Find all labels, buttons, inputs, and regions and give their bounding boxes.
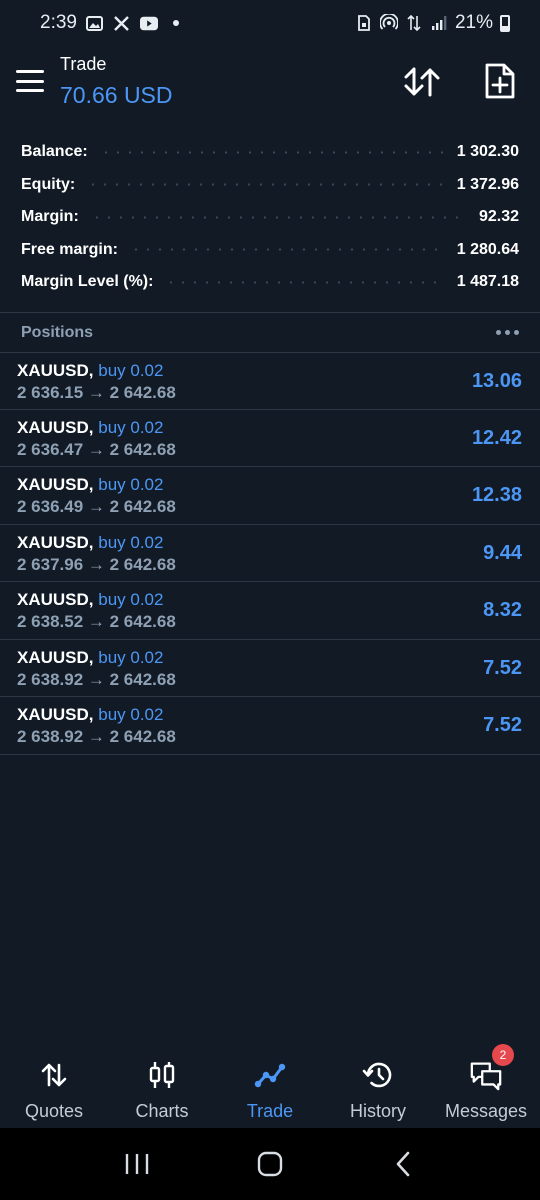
position-symbol: XAUUSD, bbox=[17, 475, 94, 494]
candlestick-icon bbox=[145, 1058, 179, 1092]
position-prices: 2 636.49 → 2 642.68 bbox=[17, 497, 176, 516]
summary-row-equity: Equity: 1 372.96 bbox=[0, 169, 540, 202]
menu-icon[interactable] bbox=[16, 70, 44, 92]
dotted-leader bbox=[129, 248, 445, 252]
summary-value: 1 372.96 bbox=[456, 175, 519, 193]
summary-row-margin-level: Margin Level (%): 1 487.18 bbox=[0, 266, 540, 299]
position-profit: 7.52 bbox=[483, 656, 522, 679]
new-order-icon[interactable] bbox=[482, 62, 518, 100]
position-side: buy 0.02 bbox=[98, 475, 164, 494]
position-profit: 12.38 bbox=[471, 484, 522, 506]
position-symbol: XAUUSD, bbox=[17, 647, 94, 667]
x-notification-icon bbox=[113, 14, 131, 32]
position-profit: 7.52 bbox=[483, 714, 522, 736]
trade-line-icon bbox=[253, 1058, 287, 1092]
sort-arrows-icon[interactable] bbox=[402, 64, 442, 100]
dotted-leader bbox=[87, 183, 445, 187]
position-row[interactable]: XAUUSD, buy 0.02 2 638.92 → 2 642.68 7.5… bbox=[0, 697, 540, 755]
position-row[interactable]: XAUUSD, buy 0.02 2 636.49 → 2 642.68 12.… bbox=[0, 467, 540, 525]
position-profit: 8.32 bbox=[483, 599, 522, 621]
position-row[interactable]: XAUUSD, buy 0.02 2 638.92 → 2 642.68 7.5… bbox=[0, 640, 540, 697]
dotted-leader bbox=[99, 150, 445, 154]
position-side: buy 0.02 bbox=[98, 532, 164, 552]
position-symbol: XAUUSD, bbox=[17, 361, 94, 380]
position-side: buy 0.02 bbox=[98, 590, 164, 609]
position-side: buy 0.02 bbox=[98, 705, 164, 724]
summary-value: 1 280.64 bbox=[456, 240, 519, 258]
sim-lock-icon bbox=[355, 14, 373, 32]
position-prices: 2 636.15 → 2 642.68 bbox=[17, 383, 176, 402]
summary-label: Equity: bbox=[21, 175, 76, 193]
position-profit: 9.44 bbox=[483, 541, 522, 564]
nav-item-quotes[interactable]: Quotes bbox=[0, 1040, 108, 1128]
history-clock-icon bbox=[361, 1058, 395, 1092]
position-profit: 13.06 bbox=[471, 370, 522, 392]
account-summary: Balance: 1 302.30 Equity: 1 372.96 Margi… bbox=[0, 136, 540, 299]
positions-header: Positions bbox=[0, 313, 540, 352]
position-prices: 2 636.47 → 2 642.68 bbox=[17, 439, 176, 459]
home-icon[interactable] bbox=[250, 1144, 290, 1184]
battery-percent: 21% bbox=[454, 12, 493, 33]
app-header: Trade 70.66 USD bbox=[0, 46, 540, 124]
nav-item-charts[interactable]: Charts bbox=[108, 1040, 216, 1128]
summary-label: Free margin: bbox=[21, 240, 118, 258]
more-notifications-dot-icon bbox=[172, 20, 179, 26]
nav-item-messages[interactable]: 2 Messages bbox=[432, 1040, 540, 1128]
positions-list: XAUUSD, buy 0.02 2 636.15 → 2 642.68 13.… bbox=[0, 352, 540, 755]
position-side: buy 0.02 bbox=[98, 647, 164, 667]
quotes-arrows-icon bbox=[37, 1058, 71, 1092]
summary-value: 92.32 bbox=[478, 208, 519, 226]
position-symbol: XAUUSD, bbox=[17, 417, 94, 437]
nav-item-trade[interactable]: Trade bbox=[216, 1040, 324, 1128]
position-profit: 12.42 bbox=[471, 426, 522, 449]
position-prices: 2 638.52 → 2 642.68 bbox=[17, 612, 176, 631]
summary-label: Balance: bbox=[21, 143, 88, 161]
position-row[interactable]: XAUUSD, buy 0.02 2 638.52 → 2 642.68 8.3… bbox=[0, 582, 540, 640]
page-title: Trade bbox=[60, 54, 107, 74]
dotted-leader bbox=[165, 280, 445, 284]
position-row[interactable]: XAUUSD, buy 0.02 2 637.96 → 2 642.68 9.4… bbox=[0, 525, 540, 582]
recent-apps-icon[interactable] bbox=[117, 1144, 157, 1184]
position-row[interactable]: XAUUSD, buy 0.02 2 636.15 → 2 642.68 13.… bbox=[0, 352, 540, 410]
status-bar: 2:39 21% bbox=[0, 0, 540, 46]
position-symbol: XAUUSD, bbox=[17, 532, 94, 552]
system-nav-bar bbox=[0, 1128, 540, 1200]
nav-label: Quotes bbox=[24, 1101, 84, 1121]
position-prices: 2 638.92 → 2 642.68 bbox=[17, 669, 176, 689]
battery-icon bbox=[500, 14, 510, 32]
nav-label: Charts bbox=[135, 1101, 189, 1121]
position-symbol: XAUUSD, bbox=[17, 705, 94, 724]
position-prices: 2 637.96 → 2 642.68 bbox=[17, 554, 176, 574]
summary-row-balance: Balance: 1 302.30 bbox=[0, 136, 540, 169]
position-symbol: XAUUSD, bbox=[17, 590, 94, 609]
positions-title: Positions bbox=[21, 323, 94, 341]
signal-strength-icon bbox=[430, 14, 448, 32]
messages-badge: 2 bbox=[492, 1044, 514, 1066]
position-prices: 2 638.92 → 2 642.68 bbox=[17, 727, 176, 746]
header-amount: 70.66 USD bbox=[60, 82, 173, 108]
more-options-icon[interactable] bbox=[496, 324, 519, 341]
data-transfer-icon bbox=[405, 14, 423, 32]
summary-value: 1 302.30 bbox=[456, 143, 519, 161]
summary-label: Margin: bbox=[21, 208, 79, 226]
nav-label: History bbox=[349, 1101, 406, 1121]
position-row[interactable]: XAUUSD, buy 0.02 2 636.47 → 2 642.68 12.… bbox=[0, 410, 540, 467]
gallery-notification-icon bbox=[86, 14, 104, 32]
nav-label: Messages bbox=[444, 1101, 528, 1121]
summary-label: Margin Level (%): bbox=[21, 273, 154, 291]
position-side: buy 0.02 bbox=[98, 361, 164, 380]
dotted-leader bbox=[90, 215, 467, 219]
bottom-nav: Quotes Charts Trade History 2 Messages bbox=[0, 1040, 540, 1128]
nav-item-history[interactable]: History bbox=[324, 1040, 432, 1128]
summary-value: 1 487.18 bbox=[456, 273, 519, 291]
status-time: 2:39 bbox=[40, 12, 77, 33]
position-side: buy 0.02 bbox=[98, 417, 164, 437]
hotspot-icon bbox=[379, 14, 398, 32]
nav-label: Trade bbox=[246, 1101, 294, 1121]
youtube-notification-icon bbox=[139, 14, 158, 32]
summary-row-free-margin: Free margin: 1 280.64 bbox=[0, 234, 540, 267]
back-icon[interactable] bbox=[383, 1144, 423, 1184]
summary-row-margin: Margin: 92.32 bbox=[0, 201, 540, 234]
